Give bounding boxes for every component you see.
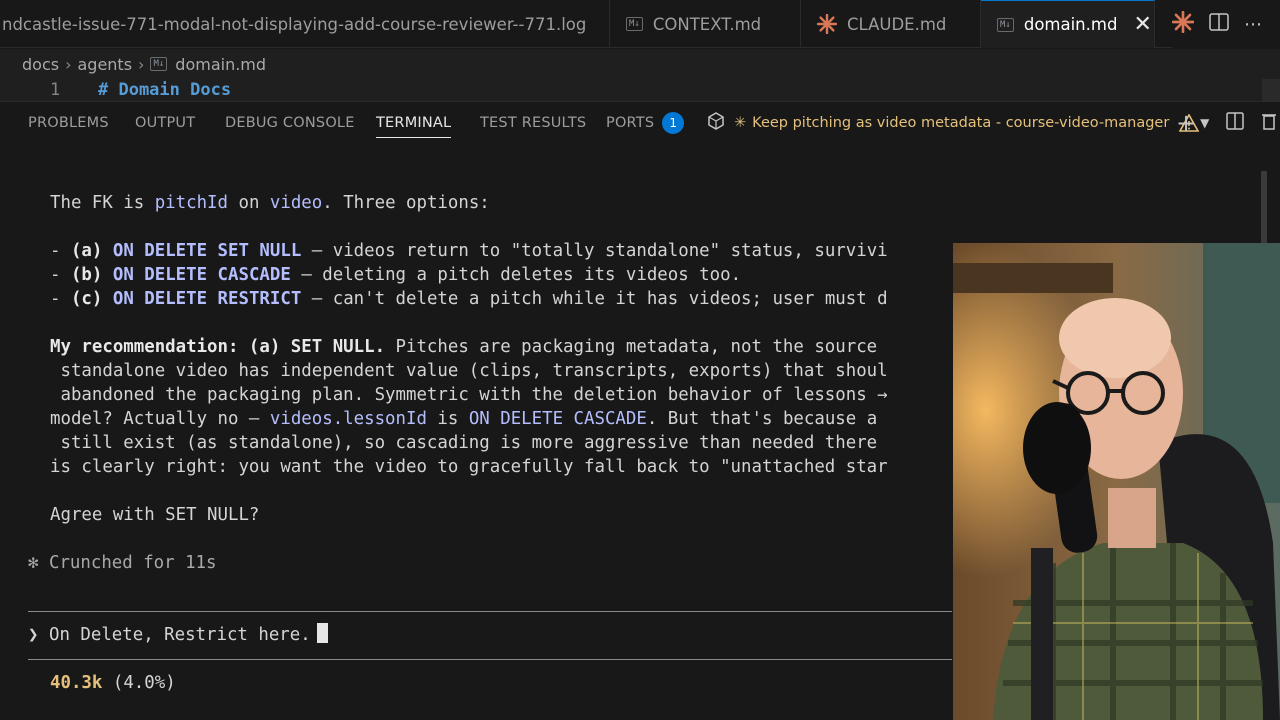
tab-log-file[interactable]: ndcastle-issue-771-modal-not-displaying-… [0, 0, 610, 48]
terminal-line: still exist (as standalone), so cascadin… [50, 433, 878, 453]
tab-problems[interactable]: PROBLEMS [28, 102, 109, 144]
terminal-line: Agree with SET NULL? [50, 505, 260, 525]
chevron-right-icon: › [65, 54, 72, 74]
presenter-video [953, 243, 1280, 720]
more-actions-icon[interactable]: ⋯ [1244, 14, 1262, 35]
tab-ports-label: PORTS [606, 115, 655, 131]
markdown-icon: M↓ [150, 57, 168, 71]
tab-ports[interactable]: PORTS 1 [606, 102, 685, 144]
webcam-overlay [953, 243, 1280, 720]
prompt-text[interactable]: On Delete, Restrict here. [49, 625, 311, 645]
prompt-border-top [28, 611, 952, 612]
chevron-down-icon[interactable]: ▼ [1200, 116, 1209, 130]
prompt-chevron-icon: ❯ [28, 625, 39, 645]
new-terminal-icon[interactable]: + [1176, 111, 1196, 135]
tab-label: domain.md [1023, 15, 1118, 34]
breadcrumb: docs › agents › M↓ domain.md [0, 49, 1280, 79]
tab-domain-md[interactable]: M↓ domain.md ✕ [981, 0, 1155, 48]
status-line: ✻ Crunched for 11s [28, 553, 217, 573]
breadcrumb-agents[interactable]: agents [77, 55, 132, 74]
split-editor-icon[interactable] [1208, 11, 1230, 37]
line-number: 1 [50, 80, 61, 100]
sparkle-icon: ✳ [734, 115, 747, 131]
breadcrumb-docs[interactable]: docs [22, 55, 59, 74]
tab-claude-md[interactable]: CLAUDE.md [801, 0, 981, 48]
terminal-line: My recommendation: (a) SET NULL. Pitches… [50, 337, 878, 357]
minimap[interactable] [1262, 79, 1280, 101]
terminal-line: is clearly right: you want the video to … [50, 457, 888, 477]
editor-actions: ⋯ [1171, 0, 1280, 48]
claude-star-icon [817, 14, 837, 34]
terminal-title: Keep pitching as video metadata - course… [752, 115, 1170, 131]
split-terminal-icon[interactable] [1225, 111, 1245, 135]
sparkle-icon: ✻ [28, 553, 39, 573]
text-cursor [316, 623, 328, 643]
terminal-line: The FK is pitchId on video. Three option… [50, 193, 490, 213]
tab-label: CLAUDE.md [847, 14, 947, 34]
terminal-line: abandoned the packaging plan. Symmetric … [50, 385, 888, 405]
terminal-line: - (b) ON DELETE CASCADE — deleting a pit… [50, 265, 742, 285]
breadcrumb-file[interactable]: domain.md [175, 55, 266, 74]
tab-context-md[interactable]: M↓ CONTEXT.md [610, 0, 801, 48]
terminal-line: - (c) ON DELETE RESTRICT — can't delete … [50, 289, 888, 309]
terminal-line: standalone video has independent value (… [50, 361, 888, 381]
claude-code-icon[interactable] [1171, 10, 1195, 37]
terminal-line: model? Actually no — videos.lessonId is … [50, 409, 878, 429]
tab-terminal[interactable]: TERMINAL [376, 102, 452, 144]
trash-icon[interactable] [1261, 111, 1277, 135]
panel-actions: + ▼ [1176, 102, 1277, 144]
terminal-instance[interactable]: ✳ Keep pitching as video metadata - cour… [706, 102, 1200, 144]
panel-header: PROBLEMS OUTPUT DEBUG CONSOLE TERMINAL T… [0, 101, 1280, 143]
editor-area[interactable]: 1 # Domain Docs [0, 79, 1280, 101]
tab-output[interactable]: OUTPUT [135, 102, 195, 144]
chevron-right-icon: › [138, 54, 145, 74]
tab-label: CONTEXT.md [652, 14, 762, 34]
markdown-icon: M↓ [997, 17, 1014, 32]
tab-test-results[interactable]: TEST RESULTS [480, 102, 586, 144]
token-usage: 40.3k (4.0%) [50, 673, 176, 693]
tab-debug-console[interactable]: DEBUG CONSOLE [225, 102, 355, 144]
terminal-type-icon [706, 111, 726, 135]
ports-badge: 1 [662, 112, 685, 134]
tab-label: ndcastle-issue-771-modal-not-displaying-… [2, 14, 587, 34]
editor-tab-bar: ndcastle-issue-771-modal-not-displaying-… [0, 0, 1280, 48]
terminal-line: - (a) ON DELETE SET NULL — videos return… [50, 241, 888, 261]
markdown-icon: M↓ [626, 17, 643, 31]
close-icon[interactable]: ✕ [1133, 13, 1151, 36]
prompt-input[interactable]: ❯ On Delete, Restrict here. [28, 621, 328, 649]
prompt-border-bottom [28, 659, 952, 660]
editor-code-line[interactable]: # Domain Docs [98, 80, 231, 100]
